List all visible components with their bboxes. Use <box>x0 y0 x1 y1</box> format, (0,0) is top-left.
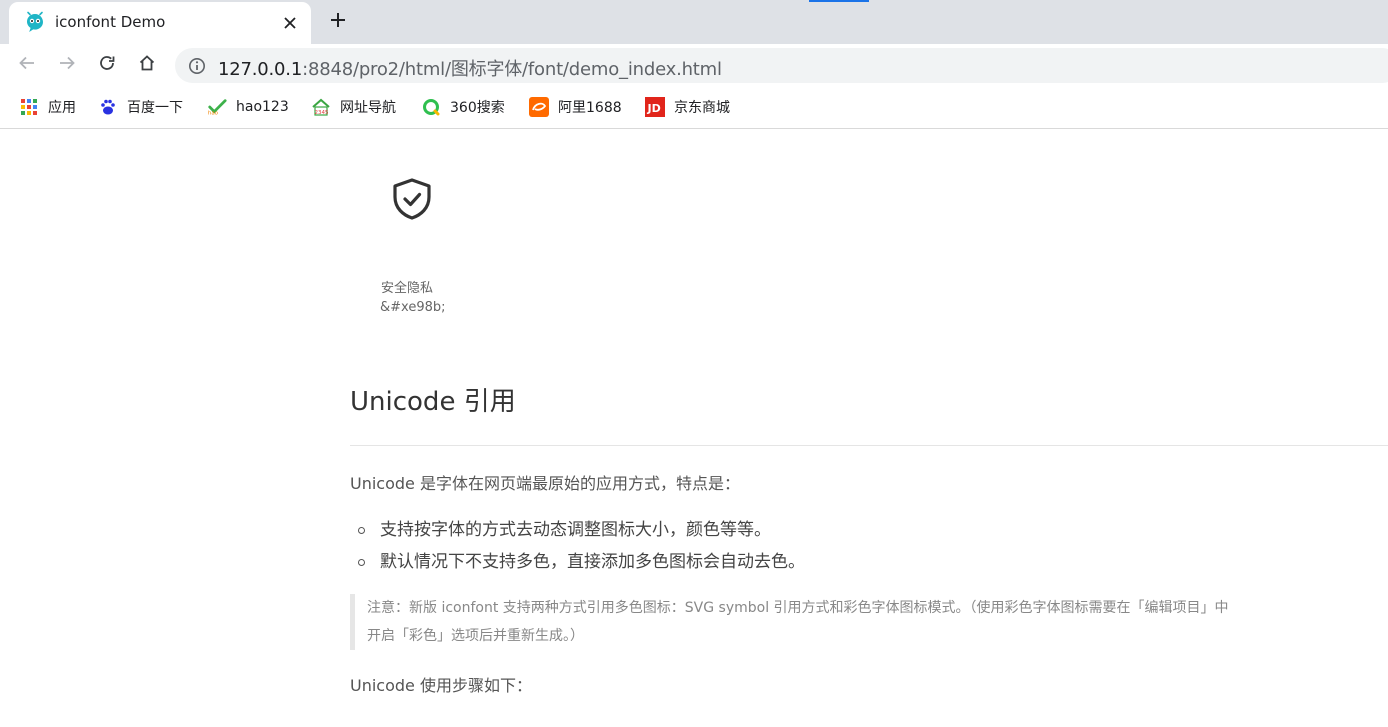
apps-grid-icon <box>19 97 39 117</box>
bookmark-hao123[interactable]: hao hao123 <box>207 95 289 119</box>
alibaba-1688-icon <box>529 97 549 117</box>
icon-name: 安全隐私 <box>381 281 434 296</box>
bookmark-label: hao123 <box>236 99 289 115</box>
section-divider <box>350 445 1388 446</box>
2345-house-icon: 2345 <box>311 97 331 117</box>
browser-toolbar: 127.0.0.1:8848/pro2/html/图标字体/font/demo_… <box>0 44 1388 86</box>
bookmarks-bar: 应用 百度一下 hao hao123 2345 网址导航 360搜索 阿里168… <box>0 86 1388 129</box>
home-button[interactable] <box>132 50 162 80</box>
svg-text:hao: hao <box>208 110 219 116</box>
forward-button[interactable] <box>52 50 82 80</box>
list-item-text: 支持按字体的方式去动态调整图标大小，颜色等等。 <box>380 520 771 540</box>
bookmark-label: 网址导航 <box>340 100 396 116</box>
bookmark-label: 360搜索 <box>450 100 505 116</box>
reload-icon <box>98 54 116 76</box>
bookmark-1688[interactable]: 阿里1688 <box>529 95 622 119</box>
steps-heading: Unicode 使用步骤如下： <box>350 676 532 695</box>
svg-text:2345: 2345 <box>315 110 329 116</box>
bullet-icon <box>358 527 365 534</box>
icon-code: &#xe98b; <box>380 300 446 315</box>
jd-icon: JD <box>645 97 665 117</box>
list-item: 支持按字体的方式去动态调整图标大小，颜色等等。 <box>350 517 805 549</box>
home-icon <box>138 54 156 76</box>
address-url[interactable]: 127.0.0.1:8848/pro2/html/图标字体/font/demo_… <box>218 55 722 81</box>
url-host: 127.0.0.1 <box>218 59 303 80</box>
bookmark-360[interactable]: 360搜索 <box>421 95 505 119</box>
tab-strip-accent <box>809 0 869 2</box>
address-bar[interactable]: 127.0.0.1:8848/pro2/html/图标字体/font/demo_… <box>175 48 1388 83</box>
bookmark-jd[interactable]: JD 京东商城 <box>645 95 730 119</box>
tab-title: iconfont Demo <box>55 13 166 31</box>
svg-text:JD: JD <box>647 102 661 115</box>
bookmark-label: 阿里1688 <box>558 100 622 116</box>
note-line: 开启「彩色」选项后并重新生成。） <box>367 628 584 644</box>
url-path: :8848/pro2/html/图标字体/font/demo_index.htm… <box>302 59 722 80</box>
note-line: 注意：新版 iconfont 支持两种方式引用多色图标：SVG symbol 引… <box>367 600 1229 616</box>
note-blockquote: 注意：新版 iconfont 支持两种方式引用多色图标：SVG symbol 引… <box>350 594 1350 650</box>
bookmark-apps[interactable]: 应用 <box>19 95 76 119</box>
reload-button[interactable] <box>92 50 122 80</box>
intro-paragraph: Unicode 是字体在网页端最原始的应用方式，特点是： <box>350 474 740 493</box>
tab-strip: iconfont Demo <box>0 0 1388 44</box>
arrow-left-icon <box>18 54 36 76</box>
list-item-text: 默认情况下不支持多色，直接添加多色图标会自动去色。 <box>380 552 805 572</box>
bookmark-label: 应用 <box>48 100 76 116</box>
360-search-icon <box>421 97 441 117</box>
feature-list: 支持按字体的方式去动态调整图标大小，颜色等等。 默认情况下不支持多色，直接添加多… <box>350 517 805 581</box>
page-content: 安全隐私 &#xe98b; Unicode 引用 Unicode 是字体在网页端… <box>0 129 1388 727</box>
bookmark-label: 京东商城 <box>674 100 730 116</box>
tab-iconfont-demo[interactable]: iconfont Demo <box>9 2 311 44</box>
bookmark-baidu[interactable]: 百度一下 <box>98 95 183 119</box>
back-button[interactable] <box>12 50 42 80</box>
list-item: 默认情况下不支持多色，直接添加多色图标会自动去色。 <box>350 549 805 581</box>
iconfont-logo-icon <box>23 11 47 35</box>
plus-icon <box>330 12 346 32</box>
bookmark-label: 百度一下 <box>127 100 183 116</box>
arrow-right-icon <box>58 54 76 76</box>
hao123-icon: hao <box>207 97 227 117</box>
section-title: Unicode 引用 <box>350 387 516 417</box>
baidu-paw-icon <box>98 97 118 117</box>
bullet-icon <box>358 559 365 566</box>
new-tab-button[interactable] <box>324 8 352 36</box>
close-icon[interactable] <box>279 12 301 34</box>
bookmark-2345[interactable]: 2345 网址导航 <box>311 95 396 119</box>
shield-check-icon <box>391 176 433 222</box>
info-icon[interactable] <box>188 57 206 75</box>
